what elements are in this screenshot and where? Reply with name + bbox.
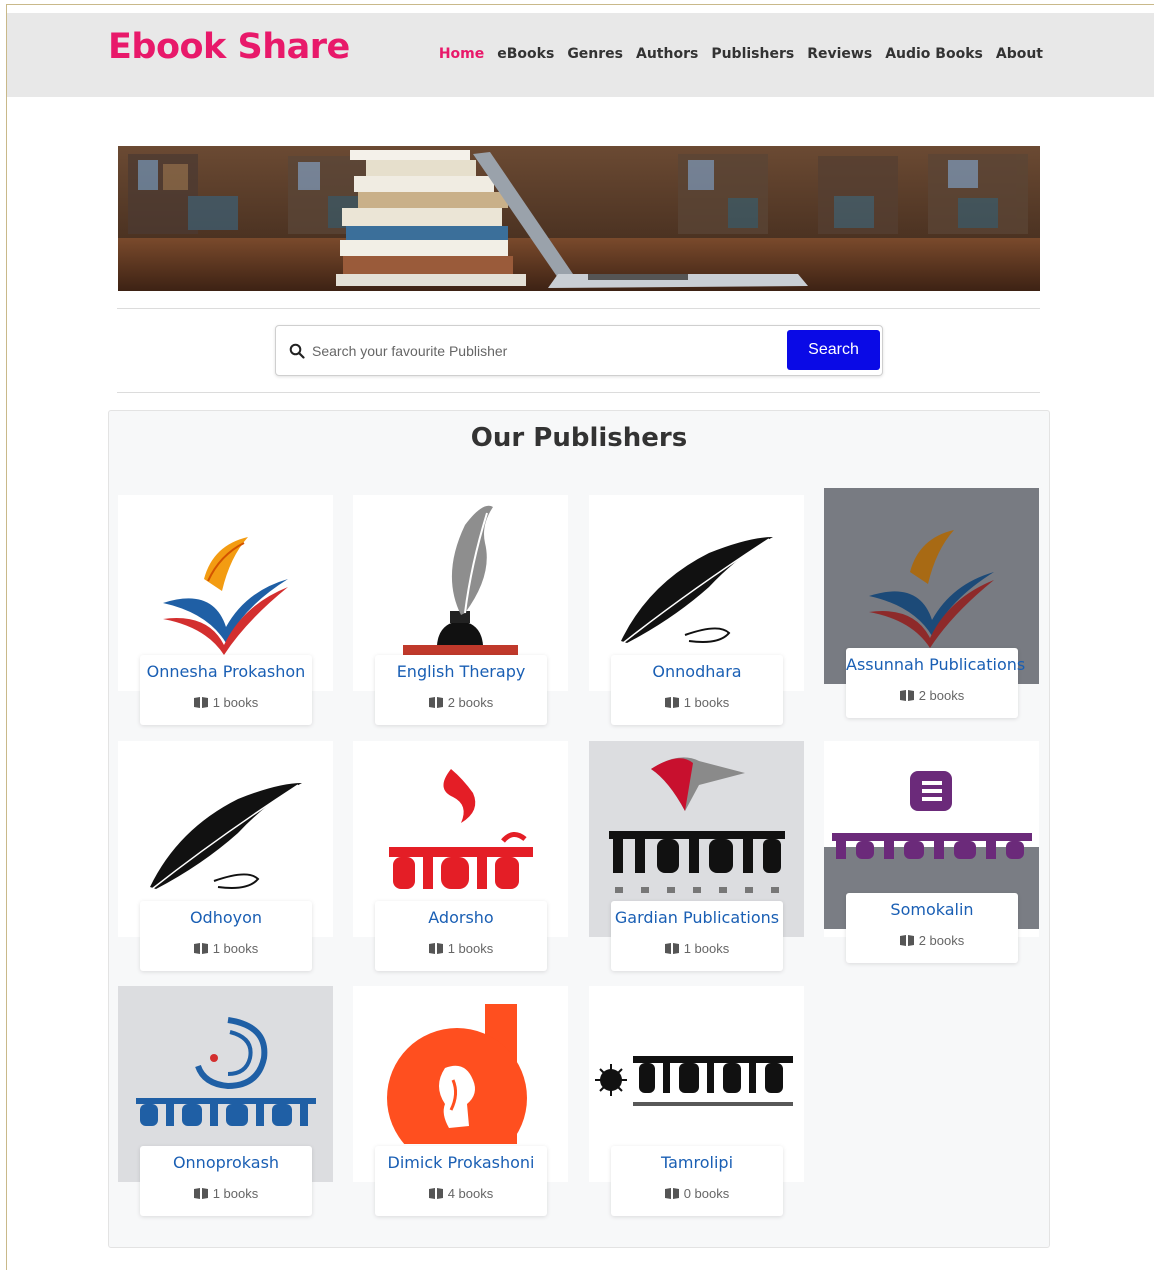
book-count: 2 books [375, 695, 547, 710]
publisher-info: Somokalin 2 books [846, 893, 1018, 963]
book-count: 2 books [846, 688, 1018, 703]
publisher-info: Assunnah Publications 2 books [846, 648, 1025, 718]
books-laptop-banner-image [118, 146, 1040, 291]
nav-authors[interactable]: Authors [636, 46, 698, 62]
search-input[interactable] [312, 336, 782, 366]
publisher-info: Dimick Prokashoni 4 books [375, 1146, 547, 1216]
book-icon [664, 1188, 679, 1199]
publisher-card[interactable]: Dimick Prokashoni 4 books [353, 986, 568, 1226]
book-icon [193, 697, 208, 708]
search-icon [289, 343, 305, 359]
publisher-info: Onnesha Prokashon 1 books [140, 655, 312, 725]
book-count: 0 books [611, 1186, 783, 1201]
publisher-info: English Therapy 2 books [375, 655, 547, 725]
nav-publishers[interactable]: Publishers [711, 46, 794, 62]
publisher-info: Onnoprokash 1 books [140, 1146, 312, 1216]
publisher-card[interactable]: Onnoprokash 1 books [118, 986, 333, 1226]
book-count-text: 2 books [447, 695, 494, 710]
book-count-text: 1 books [447, 941, 494, 956]
nav-genres[interactable]: Genres [567, 46, 623, 62]
divider-top [117, 308, 1040, 309]
book-count-text: 0 books [683, 1186, 730, 1201]
book-count: 4 books [375, 1186, 547, 1201]
publisher-name[interactable]: Somokalin [846, 900, 1018, 919]
search-button[interactable]: Search [787, 330, 880, 370]
publisher-name[interactable]: Adorsho [375, 908, 547, 927]
book-count: 1 books [611, 941, 783, 956]
publisher-info: Odhoyon 1 books [140, 901, 312, 971]
publisher-card[interactable]: Gardian Publications 1 books [589, 741, 804, 981]
book-count: 2 books [846, 933, 1018, 948]
publisher-card[interactable]: English Therapy 2 books [353, 495, 568, 735]
book-count: 1 books [140, 941, 312, 956]
publisher-name[interactable]: Tamrolipi [611, 1153, 783, 1172]
publisher-name[interactable]: Dimick Prokashoni [375, 1153, 547, 1172]
book-count: 1 books [375, 941, 547, 956]
book-icon [899, 690, 914, 701]
publisher-info: Adorsho 1 books [375, 901, 547, 971]
publisher-name[interactable]: Assunnah Publications [846, 655, 1025, 674]
book-icon [664, 697, 679, 708]
book-count-text: 4 books [447, 1186, 494, 1201]
book-icon [193, 943, 208, 954]
nav-menu: Home eBooks Genres Authors Publishers Re… [439, 46, 1043, 62]
navbar: Ebook Share Home eBooks Genres Authors P… [7, 13, 1154, 97]
nav-reviews[interactable]: Reviews [807, 46, 872, 62]
publisher-card[interactable]: Somokalin 2 books [824, 741, 1039, 981]
book-count: 1 books [140, 1186, 312, 1201]
publisher-name[interactable]: Odhoyon [140, 908, 312, 927]
book-count-text: 1 books [683, 941, 730, 956]
book-count: 1 books [611, 695, 783, 710]
publisher-name[interactable]: Onnesha Prokashon [140, 662, 312, 681]
book-count-text: 1 books [212, 941, 259, 956]
publisher-card[interactable]: Adorsho 1 books [353, 741, 568, 981]
publisher-info: Onnodhara 1 books [611, 655, 783, 725]
nav-audio-books[interactable]: Audio Books [885, 46, 983, 62]
publisher-card[interactable]: Assunnah Publications 2 books [824, 488, 1039, 728]
book-icon [664, 943, 679, 954]
book-count-text: 1 books [683, 695, 730, 710]
publisher-card[interactable]: Onnodhara 1 books [589, 495, 804, 735]
publisher-info: Tamrolipi 0 books [611, 1146, 783, 1216]
search-box: Search [275, 325, 883, 376]
publisher-name[interactable]: English Therapy [375, 662, 547, 681]
book-icon [899, 935, 914, 946]
book-count-text: 1 books [212, 695, 259, 710]
publisher-card[interactable]: Onnesha Prokashon 1 books [118, 495, 333, 735]
book-count: 1 books [140, 695, 312, 710]
book-icon [428, 943, 443, 954]
hero-banner [118, 146, 1040, 291]
book-icon [428, 697, 443, 708]
nav-home[interactable]: Home [439, 46, 484, 62]
publisher-card[interactable]: Odhoyon 1 books [118, 741, 333, 981]
brand-logo[interactable]: Ebook Share [108, 27, 350, 67]
book-icon [428, 1188, 443, 1199]
publisher-name[interactable]: Gardian Publications [611, 908, 783, 927]
book-count-text: 2 books [918, 933, 965, 948]
nav-ebooks[interactable]: eBooks [497, 46, 554, 62]
book-icon [193, 1188, 208, 1199]
section-title: Our Publishers [470, 423, 688, 453]
publisher-name[interactable]: Onnodhara [611, 662, 783, 681]
publisher-card[interactable]: Tamrolipi 0 books [589, 986, 804, 1226]
divider-bottom [117, 392, 1040, 393]
book-count-text: 1 books [212, 1186, 259, 1201]
nav-about[interactable]: About [996, 46, 1043, 62]
book-count-text: 2 books [918, 688, 965, 703]
publisher-name[interactable]: Onnoprokash [140, 1153, 312, 1172]
publisher-info: Gardian Publications 1 books [611, 901, 783, 971]
